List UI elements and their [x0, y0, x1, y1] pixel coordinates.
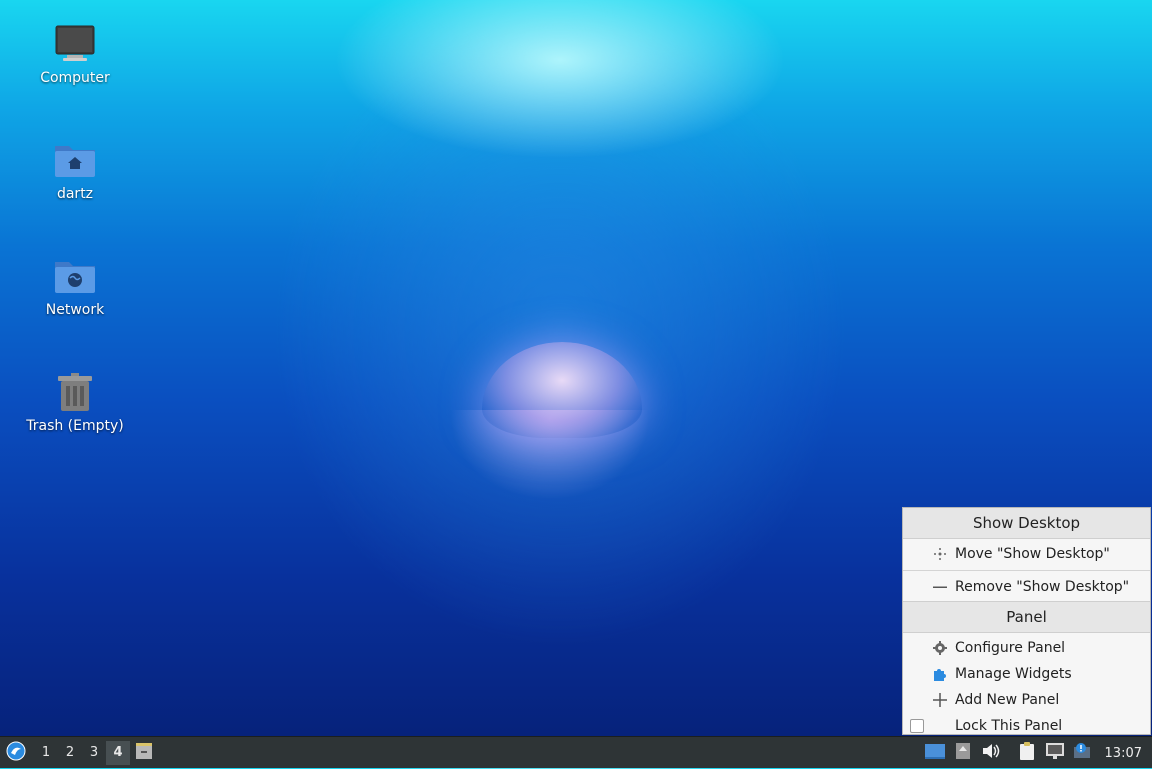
- show-desktop-icon: [924, 742, 946, 764]
- lock-panel-checkbox[interactable]: [910, 719, 924, 733]
- menu-item-label: Manage Widgets: [955, 666, 1072, 682]
- desktop-icon-label: Network: [45, 302, 105, 318]
- menu-item-label: Lock This Panel: [955, 718, 1063, 734]
- file-cabinet-icon: [134, 741, 154, 765]
- desktop-icon-label: Trash (Empty): [26, 418, 124, 434]
- clipboard-icon: [1018, 741, 1036, 765]
- workspace-1-button[interactable]: 1: [34, 741, 58, 765]
- clock[interactable]: 13:07: [1097, 746, 1152, 761]
- menu-item-move-show-desktop[interactable]: Move "Show Desktop": [903, 541, 1150, 567]
- start-menu-button[interactable]: [0, 737, 32, 769]
- gear-icon: [933, 641, 947, 655]
- menu-section-title-show-desktop: Show Desktop: [903, 508, 1150, 539]
- clipboard-button[interactable]: [1013, 737, 1041, 769]
- menu-item-label: Move "Show Desktop": [955, 546, 1110, 562]
- notification-button[interactable]: [1069, 737, 1097, 769]
- volume-button[interactable]: [977, 737, 1005, 769]
- taskbar: 1 2 3 4 13:07: [0, 736, 1152, 768]
- workspace-4-button[interactable]: 4: [106, 740, 130, 765]
- workspace-3-button[interactable]: 3: [82, 741, 106, 765]
- speaker-icon: [982, 743, 1000, 763]
- desktop-icon-label: dartz: [56, 186, 94, 202]
- network-status-button[interactable]: [1041, 737, 1069, 769]
- menu-item-label: Add New Panel: [955, 692, 1060, 708]
- home-folder-icon: [53, 138, 97, 182]
- menu-item-remove-show-desktop[interactable]: Remove "Show Desktop": [903, 574, 1150, 600]
- trash-icon: [53, 370, 97, 414]
- tray-expander-button[interactable]: [949, 737, 977, 769]
- show-desktop-button[interactable]: [921, 737, 949, 769]
- arrow-up-icon: [955, 742, 971, 764]
- menu-item-label: Remove "Show Desktop": [955, 579, 1130, 595]
- workspace-2-button[interactable]: 2: [58, 741, 82, 765]
- network-wired-icon: [1045, 742, 1065, 764]
- puzzle-icon: [933, 667, 947, 681]
- menu-separator: [903, 570, 1150, 571]
- desktop-icon-network[interactable]: Network: [20, 254, 130, 318]
- desktop-icon-home[interactable]: dartz: [20, 138, 130, 202]
- wallpaper-jellyfish: [420, 330, 680, 510]
- desktop-icon-computer[interactable]: Computer: [20, 22, 130, 86]
- network-folder-icon: [53, 254, 97, 298]
- move-icon: [933, 547, 947, 561]
- desktop-icon-label: Computer: [40, 70, 110, 86]
- menu-item-manage-widgets[interactable]: Manage Widgets: [903, 661, 1150, 687]
- update-notification-icon: [1073, 742, 1093, 764]
- jellyfish-bell: [482, 342, 642, 438]
- menu-item-label: Configure Panel: [955, 640, 1066, 656]
- desktop-icon-trash[interactable]: Trash (Empty): [20, 370, 130, 434]
- menu-item-configure-panel[interactable]: Configure Panel: [903, 635, 1150, 661]
- menu-section-title-panel: Panel: [903, 601, 1150, 633]
- system-tray: 13:07: [921, 737, 1152, 769]
- plus-icon: [933, 693, 947, 707]
- lubuntu-logo-icon: [6, 741, 26, 765]
- panel-context-menu: Show Desktop Move "Show Desktop" Remove …: [902, 507, 1151, 735]
- file-manager-launcher[interactable]: [130, 741, 158, 765]
- monitor-icon: [53, 22, 97, 66]
- menu-item-add-new-panel[interactable]: Add New Panel: [903, 687, 1150, 713]
- remove-icon: [933, 580, 947, 594]
